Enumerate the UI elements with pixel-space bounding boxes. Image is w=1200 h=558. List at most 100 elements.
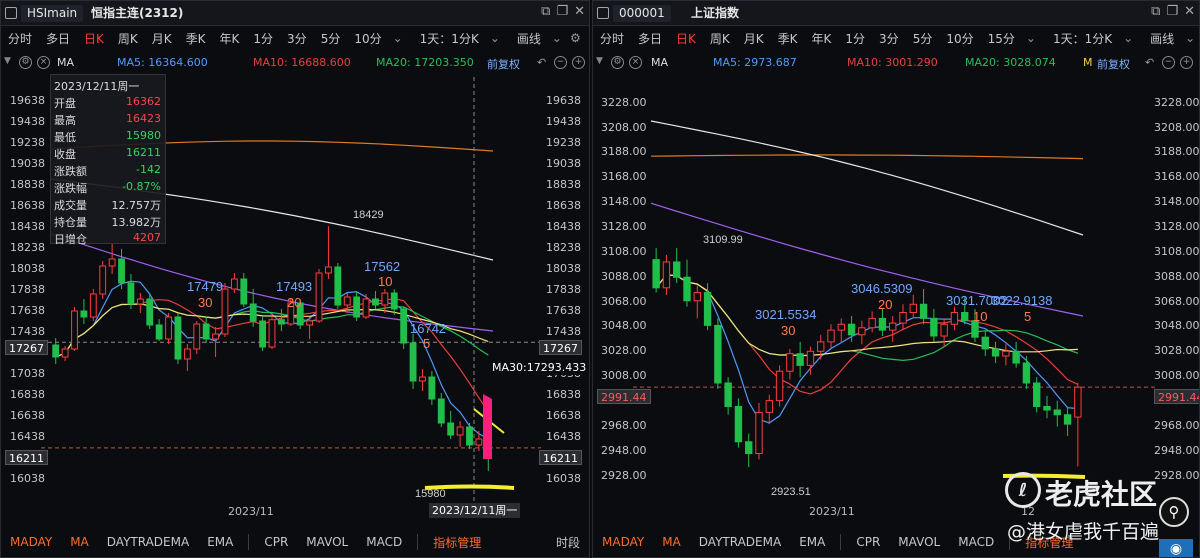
candle-body: [1063, 414, 1072, 425]
candle-body: [447, 422, 455, 436]
y-tick: 3068.00: [1154, 295, 1200, 308]
candle-body: [827, 329, 835, 343]
watermark-brand: 老虎社区: [1045, 478, 1158, 511]
candle-body: [466, 426, 473, 446]
candle-body: [146, 298, 154, 326]
y-tick: 19638: [10, 94, 45, 107]
candle-body: [52, 344, 60, 358]
tooltip-date: 2023/12/11周一: [54, 80, 140, 93]
candle-body: [755, 411, 763, 454]
candle-body: [230, 278, 238, 290]
y-tick: 3148.00: [1154, 195, 1200, 208]
divider: [248, 534, 250, 550]
tab-macd[interactable]: MACD: [357, 535, 411, 549]
y-tick: 19438: [10, 115, 45, 128]
tooltip-row: 最低 15980: [54, 129, 161, 144]
candle-body: [118, 258, 125, 284]
candle-body: [99, 265, 107, 295]
price-annotation: 5: [423, 336, 430, 351]
divider: [840, 534, 842, 550]
candle-body: [1074, 386, 1082, 418]
y-tick: 3188.00: [601, 145, 647, 158]
candle-body: [400, 308, 408, 344]
candle-body: [409, 342, 417, 382]
tab-mavol[interactable]: MAVOL: [297, 535, 357, 549]
candle-body: [174, 316, 182, 360]
price-annotation: 10: [378, 274, 392, 289]
time-share-button[interactable]: 时段: [547, 534, 589, 551]
tooltip-row: 最高 16423: [54, 112, 161, 127]
y-tick: 3088.00: [601, 270, 647, 283]
candle-body: [1012, 350, 1020, 364]
candle-body: [703, 292, 712, 326]
y-tick: 3188.00: [1154, 145, 1200, 158]
candle-body: [212, 333, 219, 340]
tab-macd[interactable]: MACD: [949, 535, 1003, 549]
price-annotation: 17479: [187, 279, 223, 294]
left-chart-panel: HSImain 恒指主连(2312) ⧉ ❐ ✕ 分时 多日 日K 周K 月K …: [0, 0, 590, 558]
ohlc-tooltip: 2023/12/11周一 开盘 16362 最高 16423 最低 15980 收盘 1…: [50, 74, 166, 246]
candle-body: [889, 322, 897, 331]
y-tick: 3168.00: [601, 170, 647, 183]
watermark-user: @港女虐我千百遍: [1007, 521, 1160, 543]
tab-ema[interactable]: EMA: [198, 535, 242, 549]
price-annotation: 17493: [276, 279, 312, 294]
y-tick: 17038: [10, 367, 45, 380]
y-tick: 18638: [546, 199, 581, 212]
candle-body: [372, 298, 379, 306]
y-tick: 19438: [546, 115, 581, 128]
y-tick: 2968.00: [1154, 419, 1200, 432]
candle-body: [136, 298, 144, 305]
ma30-crosshair-label: MA30:17293.433: [489, 360, 589, 375]
y-tick: 19638: [546, 94, 581, 107]
candle-body: [419, 376, 426, 382]
candle-body: [909, 303, 917, 313]
candle-body: [806, 350, 815, 366]
candle-body: [155, 324, 163, 340]
candle-body: [724, 382, 732, 407]
price-annotation: 10: [973, 309, 987, 324]
y-tick: 18238: [546, 241, 581, 254]
candle-body: [1022, 362, 1031, 384]
candle-body: [249, 303, 257, 322]
tooltip-key-icon[interactable]: ⚲: [1159, 497, 1189, 527]
candle-body: [1033, 382, 1041, 407]
tab-maday[interactable]: MADAY: [593, 535, 653, 549]
projection-marker: [483, 394, 492, 459]
tooltip-row: 收盘 16211: [54, 146, 161, 161]
y-tick: 3028.00: [1154, 344, 1200, 357]
last-price-label: 16211: [5, 450, 48, 465]
candle-body: [693, 292, 701, 302]
tab-maday[interactable]: MADAY: [1, 535, 61, 549]
tab-daytradema[interactable]: DAYTRADEMA: [690, 535, 790, 549]
indicator-manage-button[interactable]: 指标管理: [424, 534, 490, 551]
tab-cpr[interactable]: CPR: [847, 535, 889, 549]
y-tick: 17438: [546, 325, 581, 338]
y-tick: 3008.00: [1154, 369, 1200, 382]
price-annotation: 3022.9138: [991, 293, 1052, 308]
candle-body: [858, 327, 866, 336]
y-tick: 19238: [546, 136, 581, 149]
y-tick: 18238: [10, 241, 45, 254]
y-tick: 17638: [546, 304, 581, 317]
y-tick: 3108.00: [1154, 245, 1200, 258]
candle-body: [381, 292, 389, 306]
candle-body: [315, 272, 323, 322]
candle-body: [765, 400, 773, 413]
y-tick: 17838: [546, 283, 581, 296]
price-annotation: 30: [781, 323, 795, 338]
tab-cpr[interactable]: CPR: [255, 535, 297, 549]
eye-icon[interactable]: ◉: [1159, 539, 1193, 557]
tab-ma[interactable]: MA: [653, 535, 690, 549]
candle-body: [919, 303, 928, 319]
candle-body: [1053, 409, 1061, 416]
tab-daytradema[interactable]: DAYTRADEMA: [98, 535, 198, 549]
tab-ema[interactable]: EMA: [790, 535, 834, 549]
candle-body: [61, 348, 69, 358]
price-annotation: 5: [1024, 309, 1031, 324]
tab-ma[interactable]: MA: [61, 535, 98, 549]
divider: [417, 534, 419, 550]
candle-body: [745, 441, 753, 454]
y-tick: 18438: [546, 220, 581, 233]
tab-mavol[interactable]: MAVOL: [889, 535, 949, 549]
